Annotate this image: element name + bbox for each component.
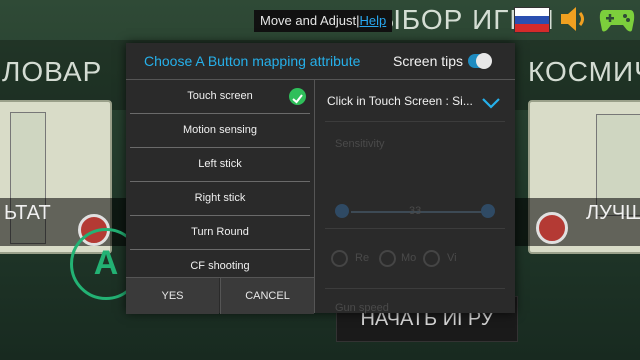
option-label: CF shooting [190, 260, 250, 272]
option-label: Turn Round [191, 226, 249, 238]
slider-minus-icon [335, 204, 349, 218]
dialog-button-bar: YES CANCEL [126, 277, 314, 314]
background-title-left: ЛОВАР [2, 56, 103, 87]
option-label: Right stick [194, 192, 246, 204]
move-adjust-tooltip[interactable]: Move and Adjust|Help [254, 10, 393, 32]
option-label: Motion sensing [183, 124, 257, 136]
speaker-icon[interactable] [558, 4, 590, 38]
toggle-knob [476, 53, 492, 69]
cancel-button[interactable]: CANCEL [220, 278, 314, 314]
ghost-radio-label: Mo [401, 252, 417, 264]
dialog-header: Choose A Button mapping attribute Screen… [126, 43, 515, 80]
red-game-button [536, 212, 568, 244]
ghost-radio-label: Re [355, 252, 370, 264]
option-label: Touch screen [187, 90, 253, 102]
dropdown-value: Click in Touch Screen : Si... [327, 94, 473, 108]
background-label-right: ЛУЧШ [586, 202, 640, 224]
ghost-divider [325, 288, 505, 289]
slider-plus-icon [481, 204, 495, 218]
ghost-radio-label: Vi [447, 252, 457, 264]
checkmark-icon [289, 88, 306, 105]
ghost-radio [331, 250, 348, 267]
ghost-divider [325, 228, 505, 229]
tooltip-text: Move and Adjust [260, 13, 357, 28]
ghost-slider-value: 33 [409, 205, 422, 217]
help-link[interactable]: Help [360, 13, 387, 28]
background-title-right: КОСМИЧ [528, 56, 640, 87]
chevron-down-icon[interactable] [482, 94, 500, 113]
option-right-stick[interactable]: Right stick [130, 182, 310, 216]
option-turn-round[interactable]: Turn Round [130, 216, 310, 250]
russian-flag-icon[interactable] [514, 7, 550, 33]
yes-button[interactable]: YES [126, 278, 219, 314]
mapping-settings-panel: Click in Touch Screen : Si... Sensitivit… [315, 80, 515, 314]
ghost-sensitivity-label: Sensitivity [335, 138, 385, 150]
option-label: Left stick [198, 158, 242, 170]
option-cf-shooting[interactable]: CF shooting [130, 250, 310, 276]
mapping-options-list: Touch screen Motion sensing Left stick R… [126, 80, 314, 276]
option-left-stick[interactable]: Left stick [130, 148, 310, 182]
option-touch-screen[interactable]: Touch screen [130, 80, 310, 114]
dialog-title: Choose A Button mapping attribute [144, 53, 361, 69]
background-label-left: ЬТАТ [4, 202, 51, 224]
ghost-radio [423, 250, 440, 267]
option-motion-sensing[interactable]: Motion sensing [130, 114, 310, 148]
screen-tips-toggle[interactable] [468, 53, 492, 69]
ghost-divider [325, 121, 505, 122]
screen-tips-label: Screen tips [393, 53, 464, 69]
button-mapping-dialog: Choose A Button mapping attribute Screen… [126, 43, 515, 314]
ghost-radio [379, 250, 396, 267]
touch-mode-dropdown[interactable]: Click in Touch Screen : Si... [327, 94, 507, 112]
ghost-speed-label: Gun speed [335, 302, 389, 314]
gamepad-icon[interactable] [598, 6, 636, 38]
